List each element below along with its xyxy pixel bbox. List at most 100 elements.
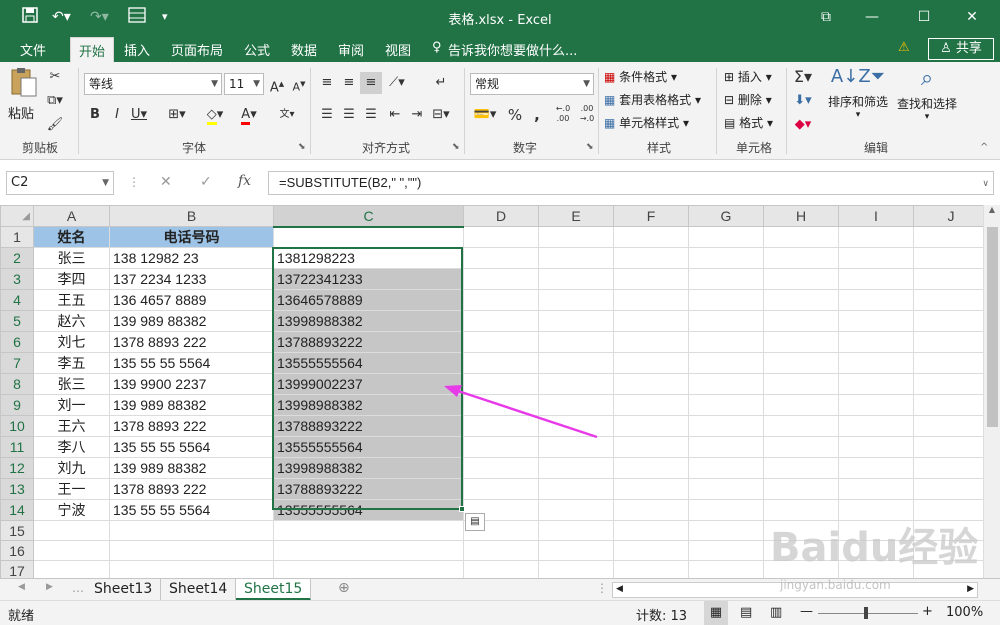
empty-cell[interactable]	[838, 289, 914, 311]
cell-c[interactable]: 13998988382	[273, 394, 464, 416]
empty-cell[interactable]	[538, 373, 614, 395]
cell-c[interactable]	[273, 519, 464, 542]
percent-button[interactable]: %	[504, 104, 526, 126]
empty-cell[interactable]	[913, 560, 989, 578]
column-header[interactable]: B	[109, 205, 274, 227]
more-tabs-icon[interactable]: …	[72, 581, 84, 595]
cell-c[interactable]: 1381298223	[273, 247, 464, 269]
empty-cell[interactable]	[763, 540, 839, 562]
empty-cell[interactable]	[463, 247, 539, 269]
empty-cell[interactable]	[913, 268, 989, 290]
vertical-scroll-thumb[interactable]	[987, 227, 998, 427]
copy-icon[interactable]: ⧉▾	[44, 90, 66, 112]
cell-c[interactable]	[273, 540, 464, 562]
empty-cell[interactable]	[463, 457, 539, 479]
empty-cell[interactable]	[463, 415, 539, 437]
empty-cell[interactable]	[613, 519, 689, 542]
fill-color-icon[interactable]: ◇▾	[204, 104, 226, 126]
empty-cell[interactable]	[763, 519, 839, 542]
warning-icon[interactable]: ⚠	[898, 40, 910, 55]
comma-button[interactable]: ,	[526, 104, 548, 126]
scroll-up-icon[interactable]: ▲	[984, 205, 1000, 214]
font-size-select[interactable]: 11 ▼	[224, 73, 264, 95]
row-header[interactable]: 2	[0, 247, 34, 269]
add-sheet-icon[interactable]: ⊕	[338, 580, 350, 596]
tab-formulas[interactable]: 公式	[244, 40, 270, 59]
empty-cell[interactable]	[538, 478, 614, 500]
empty-cell[interactable]	[913, 540, 989, 562]
empty-cell[interactable]	[688, 457, 764, 479]
empty-cell[interactable]	[538, 540, 614, 562]
empty-cell[interactable]	[463, 226, 539, 248]
cell-c[interactable]: 13555555564	[273, 436, 464, 458]
worksheet-grid[interactable]: ◢ A B C D E F G H I J 1 姓名 电话号码 2 张三 138 1298…	[0, 205, 1000, 578]
cell-c[interactable]: 13998988382	[273, 457, 464, 479]
row-header[interactable]: 5	[0, 310, 34, 332]
tab-page-layout[interactable]: 页面布局	[171, 40, 223, 59]
empty-cell[interactable]	[838, 268, 914, 290]
empty-cell[interactable]	[538, 247, 614, 269]
row-header[interactable]: 9	[0, 394, 34, 416]
zoom-slider[interactable]	[818, 613, 918, 614]
align-top-icon[interactable]: ≡	[316, 72, 338, 94]
share-button[interactable]: ♙ 共享	[928, 38, 994, 60]
empty-cell[interactable]	[688, 415, 764, 437]
empty-cell[interactable]	[463, 289, 539, 311]
scroll-left-icon[interactable]: ◀	[616, 584, 623, 594]
horizontal-scroll-thumb[interactable]	[629, 585, 919, 595]
conditional-format-button[interactable]: ▦ 条件格式 ▾	[604, 68, 677, 85]
cell-a[interactable]: 张三	[33, 373, 110, 395]
empty-cell[interactable]	[688, 499, 764, 521]
row-header[interactable]: 14	[0, 499, 34, 521]
prev-sheet-icon[interactable]: ◀	[18, 582, 25, 592]
cell-b[interactable]: 1378 8893 222	[109, 415, 274, 437]
row-header[interactable]: 13	[0, 478, 34, 500]
cell-b[interactable]: 1378 8893 222	[109, 331, 274, 353]
row-header[interactable]: 10	[0, 415, 34, 437]
vertical-scrollbar[interactable]: ▲	[983, 205, 1000, 578]
cell-b[interactable]: 135 55 55 5564	[109, 436, 274, 458]
column-header[interactable]: F	[613, 205, 689, 227]
normal-view-icon[interactable]: ▦	[704, 601, 728, 625]
increase-decimal-icon[interactable]: ←.0.00	[552, 104, 574, 126]
column-header[interactable]: D	[463, 205, 539, 227]
cell-a[interactable]: 宁波	[33, 499, 110, 521]
cell-c[interactable]: 13999002237	[273, 373, 464, 395]
cell-c[interactable]: 13646578889	[273, 289, 464, 311]
empty-cell[interactable]	[763, 373, 839, 395]
empty-cell[interactable]	[688, 331, 764, 353]
empty-cell[interactable]	[838, 436, 914, 458]
border-icon[interactable]: ⊞▾	[166, 104, 188, 126]
cell-b[interactable]: 138 12982 23	[109, 247, 274, 269]
empty-cell[interactable]	[613, 394, 689, 416]
empty-cell[interactable]	[763, 436, 839, 458]
empty-cell[interactable]	[613, 268, 689, 290]
cell-c[interactable]: 13788893222	[273, 478, 464, 500]
cell-c[interactable]: 13788893222	[273, 331, 464, 353]
empty-cell[interactable]	[688, 226, 764, 248]
empty-cell[interactable]	[613, 436, 689, 458]
empty-cell[interactable]	[913, 226, 989, 248]
fill-icon[interactable]: ⬇▾	[792, 90, 814, 112]
close-icon[interactable]: ✕	[950, 0, 994, 35]
increase-font-icon[interactable]: A▲	[266, 73, 288, 95]
empty-cell[interactable]	[763, 310, 839, 332]
empty-cell[interactable]	[463, 310, 539, 332]
empty-cell[interactable]	[463, 394, 539, 416]
autosum-icon[interactable]: Σ▾	[792, 66, 814, 88]
cell-b[interactable]	[109, 560, 274, 578]
wrap-text-icon[interactable]: ↵	[430, 72, 452, 94]
empty-cell[interactable]	[538, 457, 614, 479]
empty-cell[interactable]	[463, 352, 539, 374]
empty-cell[interactable]	[763, 457, 839, 479]
empty-cell[interactable]	[688, 289, 764, 311]
insert-function-icon[interactable]: fx	[238, 173, 251, 189]
cell-c[interactable]: 13555555564	[273, 499, 464, 521]
cell-a[interactable]: 王一	[33, 478, 110, 500]
row-header[interactable]: 4	[0, 289, 34, 311]
merge-center-icon[interactable]: ⊟▾	[430, 104, 452, 126]
empty-cell[interactable]	[688, 519, 764, 542]
empty-cell[interactable]	[838, 331, 914, 353]
decrease-indent-icon[interactable]: ⇤	[384, 104, 406, 126]
empty-cell[interactable]	[613, 373, 689, 395]
